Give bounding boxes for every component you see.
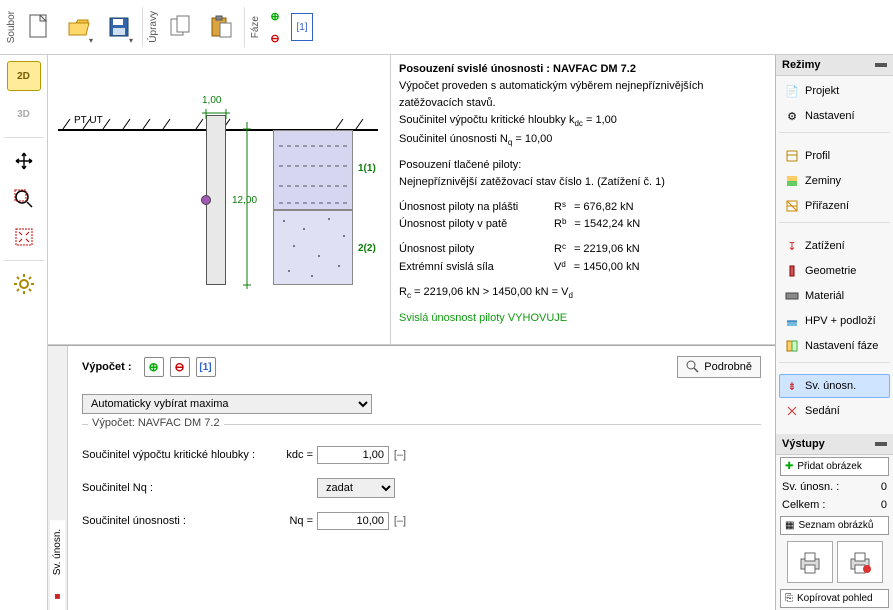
image-list-button[interactable]: ▦Seznam obrázků xyxy=(780,516,889,535)
section-2a: Posouzení tlačené piloty: xyxy=(399,157,767,174)
doc-icon: 📄 xyxy=(785,84,799,98)
mode-material[interactable]: Materiál xyxy=(779,284,890,308)
mode-select[interactable]: Automaticky vybírat maxima xyxy=(82,394,372,414)
p1-unit: [–] xyxy=(389,449,411,461)
open-file-button[interactable] xyxy=(60,5,98,50)
dim-width-line xyxy=(198,107,234,119)
dim-depth-line xyxy=(241,117,253,297)
out2-value: 0 xyxy=(881,499,887,511)
modes-header: Režimy xyxy=(782,59,821,71)
nq-mode-select[interactable]: zadat xyxy=(317,478,395,498)
vypocet-label: Výpočet : xyxy=(82,361,132,373)
print-button-1[interactable] xyxy=(787,541,833,583)
copy-view-button[interactable]: ⎘Kopírovat pohled xyxy=(780,589,889,608)
settings-button[interactable] xyxy=(7,269,41,299)
assign-icon xyxy=(785,199,799,213)
results-title: Posouzení svislé únosnosti : NAVFAC DM 7… xyxy=(399,63,636,75)
kdc-label: Součinitel výpočtu kritické hloubky k xyxy=(399,114,574,126)
modes-list: 📄Projekt ⚙Nastavení Profil Zeminy Přiřaz… xyxy=(776,76,893,426)
p1-label: Součinitel výpočtu kritické hloubky : xyxy=(82,449,272,461)
mode-nastaveni-faze[interactable]: Nastavení fáze xyxy=(779,334,890,358)
mode-nastaveni[interactable]: ⚙Nastavení xyxy=(779,104,890,128)
results-intro: Výpočet proveden s automatickým výběrem … xyxy=(399,78,767,112)
group-label-phase: Fáze xyxy=(248,14,263,40)
phase-add-button[interactable]: ⊕ xyxy=(264,5,286,27)
nq-input[interactable] xyxy=(317,512,389,530)
copy-button[interactable] xyxy=(162,5,200,50)
view-3d-button[interactable]: 3D xyxy=(7,99,41,129)
minimize-icon-2[interactable] xyxy=(875,442,887,446)
view-2d-button[interactable]: 2D xyxy=(7,61,41,91)
soils-icon xyxy=(785,174,799,188)
phase-remove-button[interactable]: ⊖ xyxy=(264,27,286,49)
mode-geometrie[interactable]: Geometrie xyxy=(779,259,890,283)
zoom-button[interactable] xyxy=(7,184,41,214)
dim-width: 1,00 xyxy=(202,95,221,106)
printer-color-icon xyxy=(847,549,873,575)
new-file-button[interactable] xyxy=(20,5,58,50)
fit-button[interactable] xyxy=(7,222,41,252)
out1-value: 0 xyxy=(881,481,887,493)
mode-sedani[interactable]: Sedání xyxy=(779,399,890,423)
layer-tag-1: 1(1) xyxy=(358,163,376,174)
layer-tag-2: 2(2) xyxy=(358,243,376,254)
p3-unit: [–] xyxy=(389,515,411,527)
printer-icon xyxy=(797,549,823,575)
group-label-edit: Úpravy xyxy=(146,9,161,45)
group-label-file: Soubor xyxy=(4,9,19,45)
add-image-button[interactable]: ✚Přidat obrázek xyxy=(780,457,889,476)
plus-icon: ✚ xyxy=(785,461,793,472)
mode-projekt[interactable]: 📄Projekt xyxy=(779,79,890,103)
mode-hpv[interactable]: HPV + podloží xyxy=(779,309,890,333)
calc-add-button[interactable]: ⊕ xyxy=(144,357,164,377)
phase-1-button[interactable]: [1] xyxy=(291,13,313,41)
pan-button[interactable] xyxy=(7,146,41,176)
pile-joint xyxy=(201,195,211,205)
calc-remove-button[interactable]: ⊖ xyxy=(170,357,190,377)
profile-icon xyxy=(785,149,799,163)
mode-profil[interactable]: Profil xyxy=(779,144,890,168)
p3-label: Součinitel únosnosti : xyxy=(82,515,272,527)
minimize-icon[interactable] xyxy=(875,63,887,67)
save-file-button[interactable] xyxy=(100,5,138,50)
settlement-icon xyxy=(785,404,799,418)
detail-button[interactable]: Podrobně xyxy=(677,356,761,378)
drawing-canvas[interactable]: PT UT 1,00 12,00 1(1) xyxy=(48,55,390,344)
soil-layer-1 xyxy=(273,130,353,210)
mode-prirazeni[interactable]: Přiřazení xyxy=(779,194,890,218)
print-button-2[interactable] xyxy=(837,541,883,583)
fieldset-legend: Výpočet: NAVFAC DM 7.2 xyxy=(88,417,224,429)
water-icon xyxy=(785,314,799,328)
results-panel: Posouzení svislé únosnosti : NAVFAC DM 7… xyxy=(390,55,775,344)
bearing-icon: ⇟ xyxy=(785,379,799,393)
soil-layer-2 xyxy=(273,210,353,285)
bottom-tab-label[interactable]: ■ Sv. únosn. xyxy=(48,346,68,610)
phase-settings-icon xyxy=(785,339,799,353)
magnify-icon xyxy=(686,360,700,374)
mode-sv-unosn[interactable]: ⇟Sv. únosn. xyxy=(779,374,890,398)
kdc-input[interactable] xyxy=(317,446,389,464)
material-icon xyxy=(785,289,799,303)
nq-label: Součinitel únosnosti N xyxy=(399,133,508,145)
mode-zatizeni[interactable]: ↧Zatížení xyxy=(779,234,890,258)
out2-label: Celkem : xyxy=(782,499,825,511)
out1-label: Sv. únosn. : xyxy=(782,481,839,493)
paste-button[interactable] xyxy=(202,5,240,50)
load-icon: ↧ xyxy=(785,239,799,253)
gear-icon: ⚙ xyxy=(785,109,799,123)
copy-icon: ⎘ xyxy=(785,593,793,604)
section-2b: Nejnepříznivější zatěžovací stav číslo 1… xyxy=(399,174,767,191)
outputs-header: Výstupy xyxy=(782,438,825,450)
verdict: Svislá únosnost piloty VYHOVUJE xyxy=(399,310,767,327)
geometry-icon xyxy=(785,264,799,278)
list-icon: ▦ xyxy=(785,520,794,531)
mode-zeminy[interactable]: Zeminy xyxy=(779,169,890,193)
calc-1-button[interactable]: [1] xyxy=(196,357,216,377)
